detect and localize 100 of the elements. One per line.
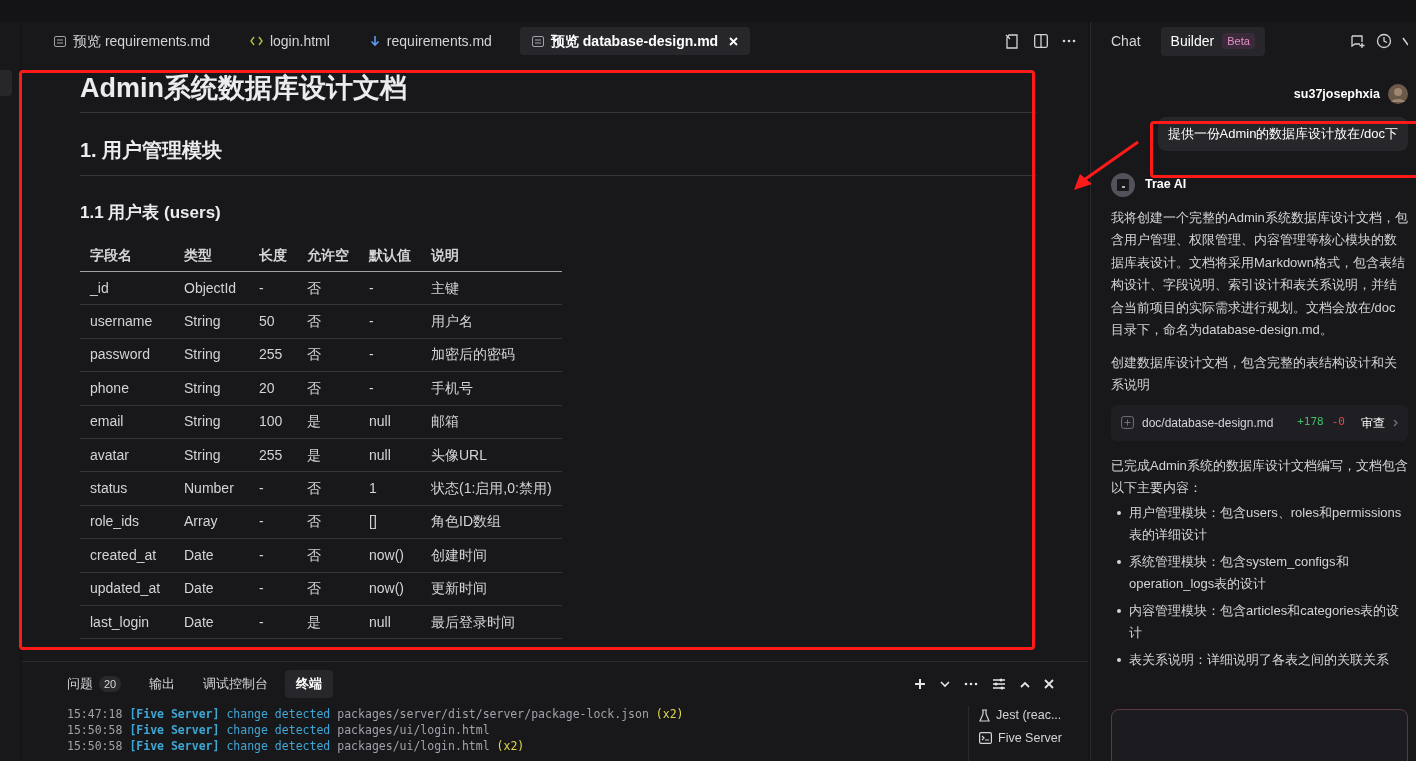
editor-tab[interactable]: requirements.md [357,27,504,55]
table-cell: ObjectId [174,271,249,305]
table-cell: now() [359,538,421,572]
table-cell: Number [174,471,249,506]
removed-lines: -0 [1331,414,1345,431]
table-cell: 最后登录时间 [421,605,562,639]
table-cell: 角色ID数组 [421,505,562,539]
panel-tab[interactable]: 终端 [285,670,334,698]
panel-tab[interactable]: 调试控制台 [192,670,280,698]
table-cell: 更新时间 [421,572,562,606]
table-cell: 邮箱 [421,405,562,439]
more-icon[interactable] [964,682,978,686]
table-cell: 否 [297,471,359,506]
chat-tab[interactable]: Builder Beta [1160,26,1265,56]
terminal-text: change detected [226,738,331,754]
table-cell: 否 [297,338,359,372]
terminal-icon [979,732,992,745]
table-cell: - [359,304,421,339]
table-cell: 是 [297,605,359,639]
table-cell: null [359,405,421,439]
terminal-text: packages/server/dist/server/package-lock.json [337,706,649,722]
section-heading: 1. 用户管理模块 [80,135,1036,176]
table-cell: - [249,471,297,506]
editor-tab[interactable]: login.html [237,27,342,55]
column-header: 长度 [249,239,297,272]
more-icon[interactable] [1062,39,1076,43]
table-cell: 1 [359,471,421,506]
column-header: 允许空 [297,239,359,272]
document-icon [531,35,544,47]
chat-tab[interactable]: Chat [1111,26,1151,56]
table-cell: 是 [297,405,359,439]
table-cell: String [174,338,249,372]
table-cell: - [249,538,297,572]
table-cell: - [359,271,421,305]
column-header: 默认值 [359,239,421,272]
table-cell: String [174,371,249,406]
editor-tab[interactable]: 预览 requirements.md [42,27,222,55]
user-name: su37josephxia [1293,85,1380,103]
list-item: 系统管理模块：包含system_configs和operation_logs表的设计 [1129,552,1350,593]
table-cell: Date [174,538,249,572]
table-cell: 主键 [421,271,562,305]
table-cell: - [359,371,421,406]
editor-tab[interactable]: 预览 database-design.md [519,27,751,55]
table-cell: - [249,505,297,539]
table-cell: password [80,338,174,372]
panel-tab[interactable]: 输出 [138,670,187,698]
document-title: Admin系统数据库设计文档 [80,72,1036,113]
list-item: 用户管理模块：包含users、roles和permissions表的详细设计 [1129,503,1403,544]
terminal-item[interactable]: Jest (reac... [979,706,1088,725]
terminal-text: (x2) [496,738,525,754]
download-arrow-icon [369,35,380,47]
chat-input[interactable] [1111,709,1408,761]
code-icon [249,36,263,46]
table-cell: 创建时间 [421,538,562,572]
plus-icon[interactable] [914,678,926,690]
history-icon[interactable] [1376,33,1392,49]
split-editor-icon[interactable] [1034,34,1048,48]
terminal-text: change detected [226,706,331,722]
subsection-heading: 1.1 用户表 (users) [80,202,222,224]
settings-icon[interactable] [992,678,1006,690]
terminal-item[interactable]: Five Server [979,728,1088,748]
bot-avatar-icon [1111,172,1135,197]
arrow [1072,140,1140,192]
beta-badge: Beta [1222,32,1255,50]
document-icon [54,35,66,47]
chevron-down-icon[interactable] [940,680,950,688]
chevron-right-icon [1393,418,1398,427]
table-cell: _id [80,271,174,305]
file-change-card[interactable]: doc/database-design.md +178 -0 审查 [1111,404,1408,441]
table-cell: 20 [249,371,297,406]
terminal-text: 15:50:58 [67,722,123,738]
table-cell: - [359,338,421,372]
terminal-text: packages/ui/login.html [337,722,490,738]
added-lines: +178 [1297,414,1324,431]
terminal-text: change detected [226,722,331,738]
terminal-text: [Five Server] [129,722,220,738]
review-link[interactable]: 审查 [1361,413,1385,432]
split-document-icon[interactable] [1005,33,1020,49]
bullet-icon [1117,559,1121,564]
table-cell: 头像URL [421,438,562,472]
terminal-text: 15:50:58 [67,738,123,754]
table-cell: created_at [80,538,174,572]
table-cell: 否 [297,538,359,572]
table-cell: 否 [297,371,359,406]
table-cell: 状态(1:启用,0:禁用) [421,471,562,506]
table-cell: 用户名 [421,304,562,339]
terminal-text: packages/ui/login.html [337,738,490,754]
column-header: 说明 [421,239,562,272]
table-cell: now() [359,572,421,606]
bullet-icon [1117,510,1121,515]
file-path: doc/database-design.md [1142,414,1274,432]
list-item: 内容管理模块：包含articles和categories表的设计 [1129,601,1401,642]
bullet-icon [1117,657,1121,662]
table-cell: username [80,304,174,339]
chevron-up-icon[interactable] [1020,680,1030,688]
panel-tab[interactable]: 问题 20 [56,670,133,698]
table-cell: updated_at [80,572,174,606]
new-chat-icon[interactable] [1350,33,1366,49]
table-cell: avatar [80,438,174,472]
table-cell: status [80,471,174,506]
